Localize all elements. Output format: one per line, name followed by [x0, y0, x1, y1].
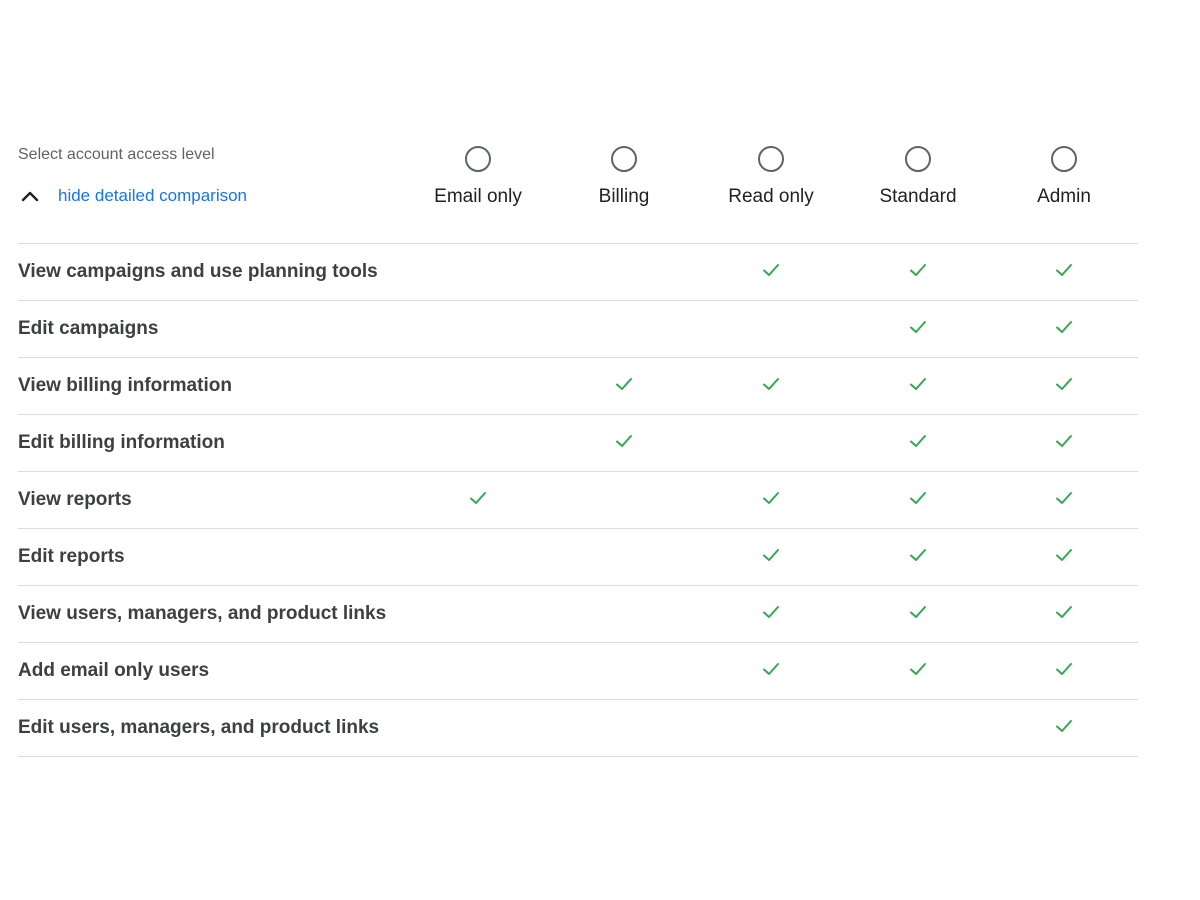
- permission-row: View users, managers, and product links: [18, 586, 1138, 643]
- access-level-label: Email only: [434, 186, 522, 207]
- check-icon: [1056, 435, 1072, 447]
- permission-label: View reports: [18, 489, 132, 510]
- radio-button[interactable]: [1050, 145, 1078, 173]
- check-icon: [910, 663, 926, 675]
- permission-row: Edit campaigns: [18, 301, 1138, 358]
- check-icon: [910, 492, 926, 504]
- access-level-label: Billing: [598, 186, 650, 207]
- permission-row: View campaigns and use planning tools: [18, 244, 1138, 301]
- access-level-read-only[interactable]: Read only: [698, 145, 844, 208]
- permission-row: Edit billing information: [18, 415, 1138, 472]
- check-icon: [910, 378, 926, 390]
- permission-label: View campaigns and use planning tools: [18, 261, 378, 282]
- comparison-header: Select account access level hide detaile…: [18, 130, 1138, 244]
- access-level-label: Read only: [728, 186, 814, 207]
- check-icon: [763, 549, 779, 561]
- check-icon: [470, 492, 486, 504]
- check-icon: [1056, 549, 1072, 561]
- check-icon: [910, 264, 926, 276]
- radio-button[interactable]: [757, 145, 785, 173]
- check-icon: [763, 492, 779, 504]
- chevron-up-icon: [18, 184, 50, 208]
- permission-label: Edit reports: [18, 546, 125, 567]
- access-level-label: Standard: [879, 186, 957, 207]
- permission-label: Edit billing information: [18, 432, 225, 453]
- check-icon: [1056, 321, 1072, 333]
- check-icon: [1056, 720, 1072, 732]
- permission-label: View billing information: [18, 375, 232, 396]
- permission-label: View users, managers, and product links: [18, 603, 387, 624]
- check-icon: [1056, 663, 1072, 675]
- check-icon: [1056, 264, 1072, 276]
- permission-row: View billing information: [18, 358, 1138, 415]
- check-icon: [763, 663, 779, 675]
- check-icon: [910, 549, 926, 561]
- permission-row: Add email only users: [18, 643, 1138, 700]
- check-icon: [910, 321, 926, 333]
- access-level-comparison-panel: Select account access level hide detaile…: [18, 130, 1138, 757]
- hide-comparison-toggle[interactable]: hide detailed comparison: [18, 184, 247, 208]
- access-level-admin[interactable]: Admin: [991, 145, 1137, 208]
- permission-label: Edit campaigns: [18, 318, 159, 339]
- permission-row: Edit reports: [18, 529, 1138, 586]
- access-level-label: Admin: [1037, 186, 1091, 207]
- check-icon: [910, 435, 926, 447]
- check-icon: [616, 435, 632, 447]
- radio-button[interactable]: [904, 145, 932, 173]
- access-level-standard[interactable]: Standard: [845, 145, 991, 208]
- hide-comparison-link[interactable]: hide detailed comparison: [58, 186, 247, 206]
- permission-table: View campaigns and use planning tools Edi…: [18, 244, 1138, 757]
- access-level-email-only[interactable]: Email only: [405, 145, 551, 208]
- check-icon: [763, 264, 779, 276]
- check-icon: [616, 378, 632, 390]
- check-icon: [1056, 606, 1072, 618]
- check-icon: [1056, 378, 1072, 390]
- permission-label: Edit users, managers, and product links: [18, 717, 380, 738]
- check-icon: [763, 606, 779, 618]
- radio-button[interactable]: [464, 145, 492, 173]
- permission-row: Edit users, managers, and product links: [18, 700, 1138, 757]
- radio-button[interactable]: [610, 145, 638, 173]
- check-icon: [1056, 492, 1072, 504]
- permission-label: Add email only users: [18, 660, 210, 681]
- access-level-billing[interactable]: Billing: [551, 145, 697, 208]
- access-level-prompt: Select account access level: [18, 146, 215, 163]
- check-icon: [910, 606, 926, 618]
- check-icon: [763, 378, 779, 390]
- permission-row: View reports: [18, 472, 1138, 529]
